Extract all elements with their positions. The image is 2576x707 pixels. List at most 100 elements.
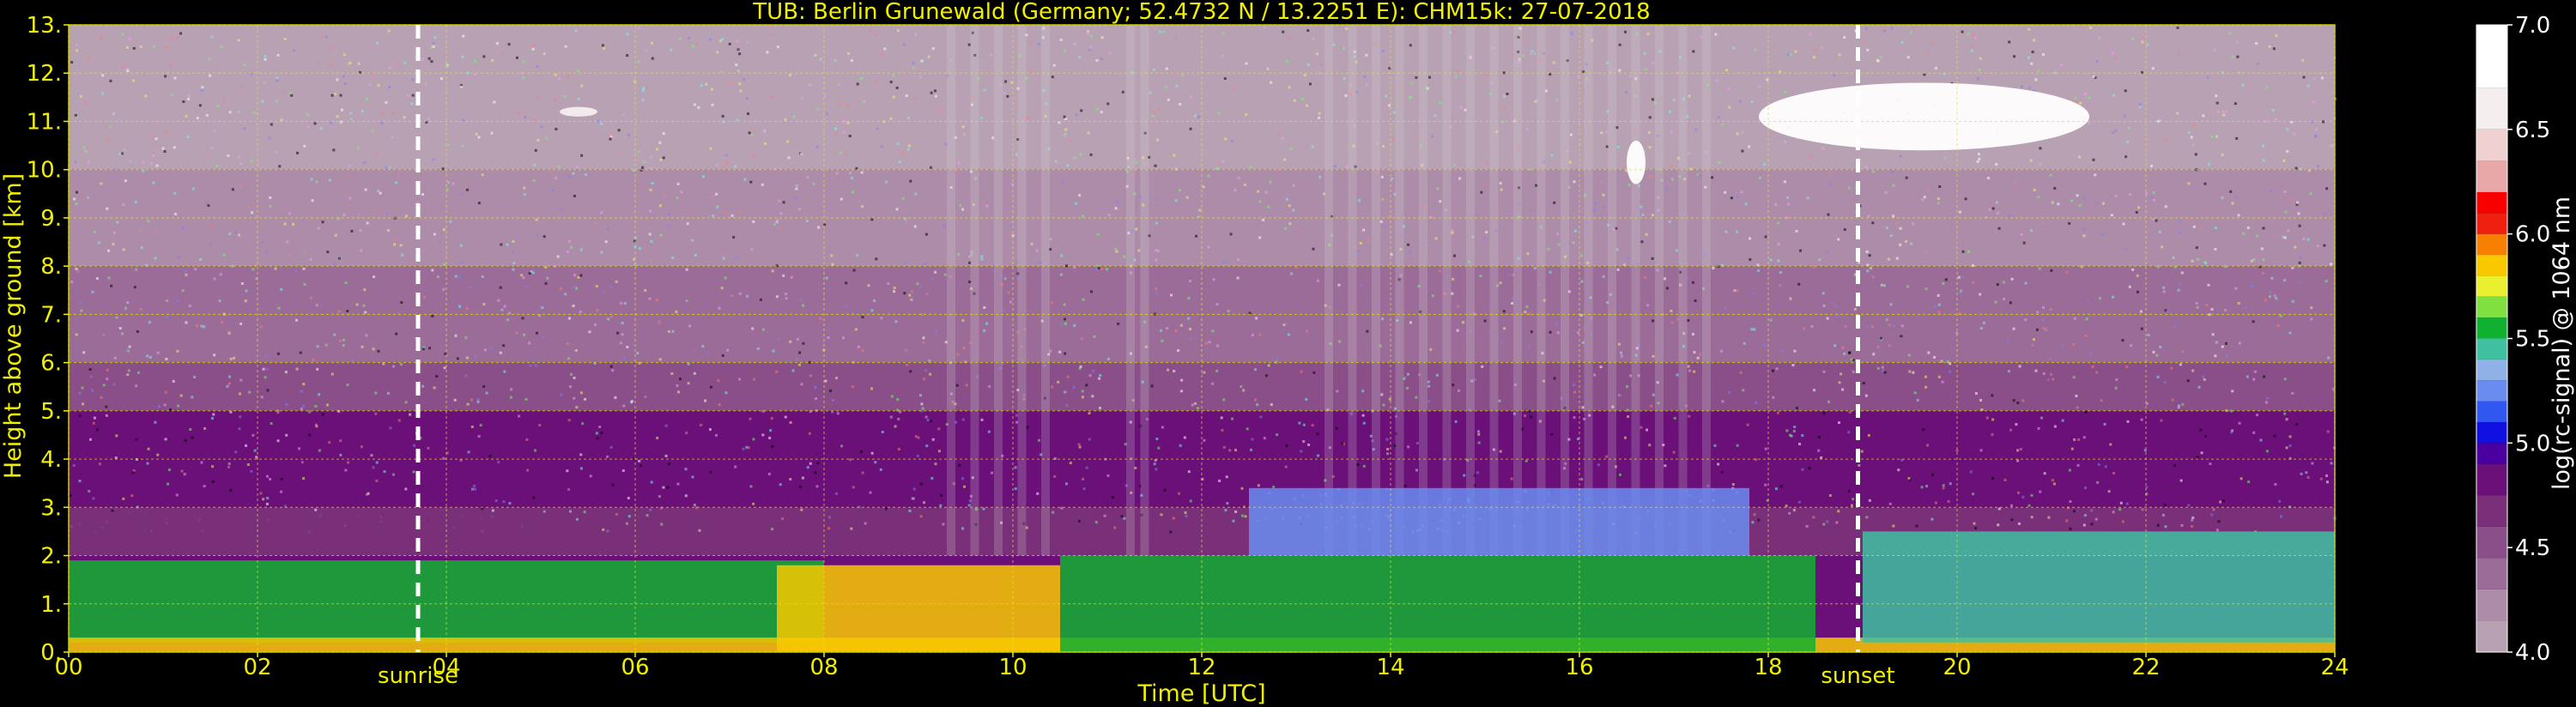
noise-speck bbox=[1106, 102, 1110, 106]
noise-speck bbox=[532, 496, 536, 499]
noise-speck bbox=[1335, 426, 1338, 430]
noise-speck bbox=[1026, 426, 1029, 429]
noise-speck bbox=[1775, 367, 1779, 371]
noise-speck bbox=[300, 390, 303, 393]
noise-speck bbox=[771, 444, 774, 448]
noise-speck bbox=[1864, 394, 1868, 397]
noise-speck bbox=[2042, 326, 2046, 329]
noise-speck bbox=[724, 276, 727, 280]
noise-speck bbox=[464, 374, 468, 378]
noise-speck bbox=[1923, 73, 1926, 76]
noise-speck bbox=[163, 150, 167, 154]
noise-speck bbox=[1189, 328, 1192, 331]
noise-speck bbox=[697, 106, 700, 109]
colorbar-segment bbox=[2476, 213, 2507, 234]
noise-speck bbox=[1794, 50, 1797, 53]
noise-speck bbox=[477, 202, 481, 205]
noise-speck bbox=[1728, 106, 1731, 109]
noise-speck bbox=[424, 82, 427, 86]
noise-speck bbox=[124, 348, 128, 352]
noise-speck bbox=[75, 202, 78, 206]
noise-speck bbox=[2166, 310, 2169, 313]
noise-speck bbox=[2057, 202, 2060, 206]
noise-speck bbox=[1251, 333, 1254, 336]
noise-speck bbox=[2092, 75, 2095, 78]
noise-speck bbox=[1931, 473, 1935, 476]
noise-speck bbox=[373, 275, 376, 279]
noise-speck bbox=[782, 201, 785, 204]
noise-speck bbox=[1717, 462, 1720, 466]
noise-speck bbox=[502, 500, 506, 504]
noise-speck bbox=[533, 163, 536, 166]
noise-speck bbox=[1240, 514, 1244, 517]
noise-speck bbox=[861, 349, 864, 353]
noise-speck bbox=[2177, 288, 2180, 292]
noise-speck bbox=[314, 404, 318, 408]
noise-speck bbox=[350, 229, 354, 233]
noise-speck bbox=[127, 369, 130, 372]
noise-speck bbox=[1362, 228, 1366, 232]
noise-speck bbox=[179, 32, 183, 35]
noise-speck bbox=[554, 73, 557, 76]
noise-speck bbox=[1750, 100, 1754, 104]
noise-speck bbox=[809, 83, 812, 87]
noise-speck bbox=[1317, 454, 1320, 457]
noise-speck bbox=[1526, 252, 1530, 256]
noise-speck bbox=[1311, 145, 1314, 148]
noise-speck bbox=[1955, 449, 1959, 452]
noise-speck bbox=[2191, 516, 2195, 519]
noise-speck bbox=[2206, 76, 2209, 80]
colorbar-tick-label: 4.5 bbox=[2515, 535, 2550, 561]
noise-speck bbox=[620, 301, 623, 305]
noise-speck bbox=[1592, 208, 1596, 212]
noise-speck bbox=[1900, 40, 1904, 44]
noise-speck bbox=[317, 227, 320, 230]
noise-speck bbox=[359, 229, 362, 233]
noise-speck bbox=[234, 231, 238, 234]
noise-speck bbox=[1344, 94, 1348, 97]
noise-speck bbox=[470, 487, 474, 491]
noise-speck bbox=[638, 459, 641, 462]
noise-speck bbox=[1306, 29, 1310, 33]
noise-speck bbox=[2110, 214, 2113, 217]
noise-speck bbox=[1789, 297, 1792, 300]
noise-speck bbox=[1581, 406, 1585, 409]
noise-speck bbox=[2252, 378, 2256, 381]
noise-speck bbox=[506, 243, 509, 246]
noise-speck bbox=[1380, 393, 1384, 396]
noise-speck bbox=[240, 281, 244, 285]
noise-speck bbox=[1718, 161, 1721, 165]
noise-speck bbox=[2291, 266, 2294, 269]
noise-speck bbox=[693, 504, 696, 507]
noise-speck bbox=[2084, 486, 2088, 490]
noise-speck bbox=[814, 385, 817, 389]
noise-speck bbox=[2164, 525, 2167, 529]
noise-speck bbox=[637, 27, 640, 30]
noise-speck bbox=[1753, 328, 1756, 331]
noise-speck bbox=[1166, 327, 1169, 330]
noise-speck bbox=[905, 348, 908, 352]
noise-speck bbox=[339, 453, 342, 456]
noise-speck bbox=[1735, 230, 1738, 233]
noise-speck bbox=[1485, 161, 1488, 165]
noise-speck bbox=[1774, 487, 1778, 491]
noise-speck bbox=[2187, 131, 2191, 135]
noise-speck bbox=[400, 301, 403, 305]
noise-speck bbox=[1093, 335, 1096, 338]
noise-speck bbox=[363, 288, 367, 292]
noise-speck bbox=[1641, 214, 1645, 217]
noise-speck bbox=[442, 228, 445, 232]
noise-speck bbox=[1167, 98, 1170, 101]
noise-speck bbox=[617, 149, 621, 153]
noise-column bbox=[1678, 25, 1688, 556]
noise-speck bbox=[264, 81, 267, 84]
noise-speck bbox=[611, 369, 615, 372]
noise-speck bbox=[874, 461, 877, 464]
noise-speck bbox=[1640, 426, 1643, 429]
noise-speck bbox=[1831, 301, 1834, 305]
noise-speck bbox=[112, 243, 115, 246]
noise-speck bbox=[1623, 436, 1627, 439]
noise-speck bbox=[135, 438, 138, 441]
noise-speck bbox=[568, 317, 572, 320]
noise-speck bbox=[1015, 414, 1018, 417]
